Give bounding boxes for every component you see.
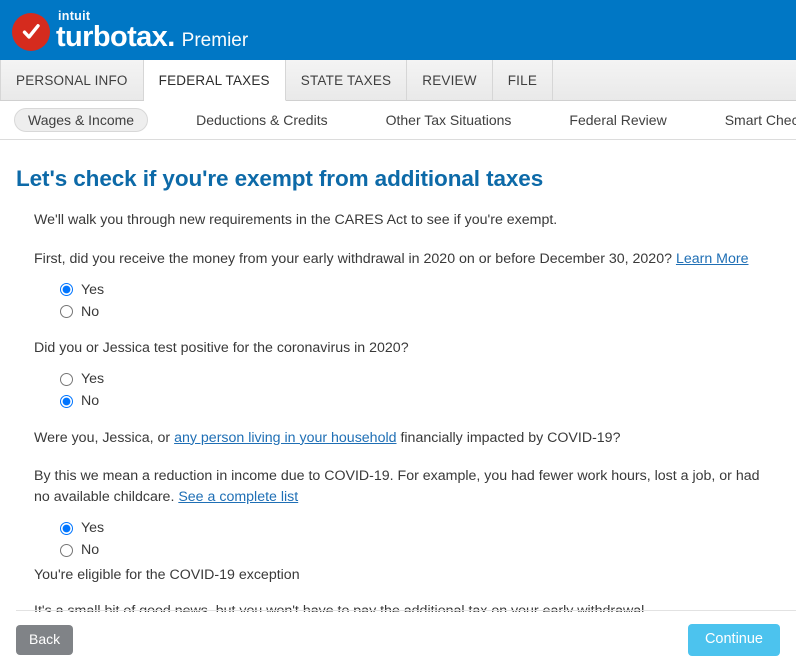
primary-tabbar: PERSONAL INFO FEDERAL TAXES STATE TAXES … bbox=[0, 60, 796, 101]
tab-review[interactable]: REVIEW bbox=[407, 60, 493, 100]
radio-row-q3-yes[interactable]: Yes bbox=[60, 518, 780, 539]
subnav-item-wages-income[interactable]: Wages & Income bbox=[14, 108, 149, 132]
back-button[interactable]: Back bbox=[16, 625, 74, 655]
tab-federal-taxes[interactable]: FEDERAL TAXES bbox=[143, 60, 286, 101]
radio-q2-no[interactable] bbox=[60, 394, 73, 408]
continue-button[interactable]: Continue bbox=[687, 624, 780, 656]
learn-more-link[interactable]: Learn More bbox=[676, 251, 749, 267]
subnav-item-deductions-credits[interactable]: Deductions & Credits bbox=[186, 108, 338, 132]
tab-file[interactable]: FILE bbox=[493, 60, 554, 100]
main-content: Let's check if you're exempt from additi… bbox=[0, 166, 796, 621]
eligibility-result-heading: You're eligible for the COVID-19 excepti… bbox=[34, 566, 300, 583]
radio-q3-yes-label[interactable]: Yes bbox=[81, 520, 104, 536]
tabbar-filler bbox=[553, 60, 796, 100]
intuit-wordmark: intuit bbox=[58, 8, 91, 23]
footer-divider bbox=[16, 610, 796, 611]
question-1-label: First, did you receive the money from yo… bbox=[34, 250, 672, 267]
tab-personal-info[interactable]: PERSONAL INFO bbox=[0, 60, 144, 100]
question-2-options: Yes No bbox=[60, 369, 780, 412]
question-3-text: Were you, Jessica, or any person living … bbox=[34, 428, 776, 449]
radio-row-q2-yes[interactable]: Yes bbox=[60, 369, 780, 390]
question-3-helper-text: By this we mean a reduction in income du… bbox=[34, 468, 760, 505]
subnav-item-smart-check[interactable]: Smart Check bbox=[715, 108, 796, 132]
edition-label: Premier bbox=[181, 30, 249, 51]
radio-q3-yes[interactable] bbox=[60, 521, 73, 535]
app-header: intuit turbotax . Premier bbox=[0, 0, 796, 60]
radio-q2-yes-label[interactable]: Yes bbox=[81, 371, 104, 387]
radio-row-q1-no[interactable]: No bbox=[60, 301, 780, 322]
secondary-navbar: Wages & Income Deductions & Credits Othe… bbox=[0, 101, 796, 140]
radio-q2-yes[interactable] bbox=[60, 372, 73, 386]
turbotax-logo[interactable]: intuit turbotax . Premier bbox=[12, 8, 248, 52]
turbotax-wordmark: turbotax bbox=[56, 21, 168, 53]
wordmark-period: . bbox=[167, 21, 175, 53]
see-complete-list-link[interactable]: See a complete list bbox=[178, 489, 298, 505]
question-1-options: Yes No bbox=[60, 279, 780, 322]
page-title: Let's check if you're exempt from additi… bbox=[16, 166, 544, 191]
radio-row-q3-no[interactable]: No bbox=[60, 540, 780, 561]
question-3-helper: By this we mean a reduction in income du… bbox=[34, 466, 776, 507]
question-3-label-after: financially impacted by COVID-19? bbox=[396, 429, 621, 446]
question-3-label-before: Were you, Jessica, or bbox=[34, 429, 175, 446]
question-1-text: First, did you receive the money from yo… bbox=[34, 249, 776, 270]
check-circle-icon bbox=[12, 13, 50, 51]
subnav-item-federal-review[interactable]: Federal Review bbox=[559, 108, 676, 132]
radio-q1-yes-label[interactable]: Yes bbox=[81, 282, 104, 298]
radio-q1-no-label[interactable]: No bbox=[81, 304, 99, 320]
questionnaire-body: We'll walk you through new requirements … bbox=[34, 210, 780, 621]
footer-actions: Back Continue bbox=[0, 612, 796, 668]
radio-q3-no-label[interactable]: No bbox=[81, 542, 99, 558]
radio-q1-no[interactable] bbox=[60, 305, 73, 319]
question-2-text: Did you or Jessica test positive for the… bbox=[34, 340, 409, 357]
radio-q1-yes[interactable] bbox=[60, 283, 73, 297]
radio-row-q1-yes[interactable]: Yes bbox=[60, 279, 780, 300]
subnav-item-other-tax-situations[interactable]: Other Tax Situations bbox=[376, 108, 522, 132]
radio-q3-no[interactable] bbox=[60, 543, 73, 557]
intro-paragraph: We'll walk you through new requirements … bbox=[34, 212, 558, 228]
radio-q2-no-label[interactable]: No bbox=[81, 393, 99, 409]
question-3-options: Yes No bbox=[60, 518, 780, 561]
radio-row-q2-no[interactable]: No bbox=[60, 391, 780, 412]
tab-state-taxes[interactable]: STATE TAXES bbox=[286, 60, 408, 100]
household-link[interactable]: any person living in your household bbox=[174, 430, 396, 446]
